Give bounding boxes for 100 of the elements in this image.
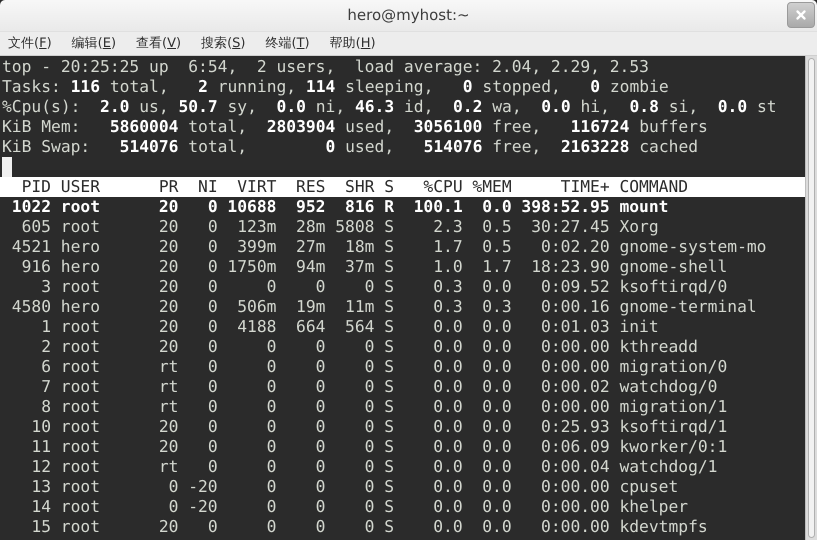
- table-cell-text: S: [383, 317, 394, 337]
- table-cell-text: 0: [314, 417, 326, 437]
- table-cell-text: root: [60, 197, 102, 217]
- table-cell-text: 0: [206, 237, 218, 257]
- table-cell-text: 0:00.16: [540, 297, 610, 317]
- table-cell-text: root: [60, 357, 102, 377]
- cursor-block: [2, 157, 12, 177]
- column-header: RES: [295, 177, 326, 197]
- table-cell-text: kdevtmpfs: [618, 517, 708, 537]
- table-cell-text: root: [60, 317, 102, 337]
- table-cell-text: 8: [40, 397, 51, 417]
- summary-line: %Cpu(s): 2.0 us, 50.7 sy, 0.0 ni, 46.3 id, 0.2 wa, 0.0 hi, 0.8 si, 0.0 st: [2, 97, 777, 117]
- table-cell-text: S: [383, 237, 394, 257]
- table-cell-text: 4188: [236, 317, 276, 337]
- table-cell-text: 0.0: [432, 497, 463, 517]
- table-cell-text: 15: [30, 517, 51, 537]
- table-cell-text: 100.1: [412, 197, 463, 217]
- close-button[interactable]: [787, 2, 815, 28]
- table-cell-text: khelper: [618, 497, 688, 517]
- table-cell-text: S: [383, 377, 394, 397]
- table-cell-text: 0: [206, 437, 218, 457]
- table-cell-text: 0: [206, 217, 218, 237]
- table-cell-text: 816: [344, 197, 374, 217]
- table-cell-text: R: [383, 197, 394, 217]
- table-cell-text: 20: [158, 517, 178, 537]
- table-cell-text: 0.0: [481, 497, 512, 517]
- table-cell-text: 0:00.02: [540, 377, 610, 397]
- table-cell-text: 0: [364, 377, 374, 397]
- table-cell-text: 0.0: [432, 437, 463, 457]
- table-cell-text: gnome-system-mo: [618, 237, 766, 257]
- table-cell-text: 20: [158, 217, 178, 237]
- table-cell-text: root: [60, 437, 102, 457]
- menu-item[interactable]: 终端(T): [266, 34, 310, 54]
- menu-item[interactable]: 文件(F): [8, 34, 52, 54]
- table-cell-text: 1750m: [226, 257, 276, 277]
- table-cell-text: 0.0: [481, 457, 512, 477]
- column-header: COMMAND: [618, 177, 688, 197]
- table-cell-text: 10688: [226, 197, 276, 217]
- summary-line: Tasks: 116 total, 2 running, 114 sleeping, 0 stopped, 0 zombie: [2, 77, 669, 97]
- table-cell-text: 7: [40, 377, 51, 397]
- table-cell-text: 11m: [344, 297, 374, 317]
- table-cell-text: 13: [30, 477, 51, 497]
- table-cell-text: 605: [20, 217, 51, 237]
- table-cell-text: 20: [158, 257, 178, 277]
- table-cell-text: 506m: [236, 297, 276, 317]
- table-cell-text: 20: [158, 237, 178, 257]
- table-cell-text: 0:06.09: [540, 437, 610, 457]
- table-cell-text: 0: [206, 337, 218, 357]
- table-cell-text: rt: [158, 397, 178, 417]
- table-cell-text: 94m: [295, 257, 326, 277]
- column-header: VIRT: [236, 177, 276, 197]
- table-cell-text: 0: [364, 457, 374, 477]
- table-cell-text: S: [383, 457, 394, 477]
- table-cell-text: 20: [158, 317, 178, 337]
- table-cell-text: 0.0: [481, 337, 512, 357]
- table-cell-text: 0: [266, 277, 276, 297]
- table-cell-text: 916: [20, 257, 51, 277]
- table-cell-text: hero: [60, 237, 102, 257]
- table-cell-text: S: [383, 497, 394, 517]
- table-cell-text: 18m: [344, 237, 374, 257]
- table-cell-text: 0.0: [481, 277, 512, 297]
- table-cell-text: 6: [40, 357, 51, 377]
- table-cell-text: S: [383, 217, 394, 237]
- table-cell-text: 37m: [344, 257, 374, 277]
- table-cell-text: 564: [344, 317, 374, 337]
- table-cell-text: 0: [364, 337, 374, 357]
- table-cell-text: gnome-shell: [618, 257, 728, 277]
- table-cell-text: 0: [364, 277, 374, 297]
- table-cell-text: 0: [266, 457, 276, 477]
- table-cell-text: 0: [266, 417, 276, 437]
- table-cell-text: 0.3: [481, 297, 512, 317]
- column-header: SHR: [344, 177, 374, 197]
- menu-item[interactable]: 查看(V): [136, 34, 182, 54]
- table-cell-text: S: [383, 337, 394, 357]
- table-cell-text: 28m: [295, 217, 326, 237]
- table-cell-text: 0: [314, 277, 326, 297]
- table-cell-text: kworker/0:1: [618, 437, 728, 457]
- table-cell-text: S: [383, 297, 394, 317]
- table-cell-text: 0: [266, 437, 276, 457]
- table-cell-text: S: [383, 477, 394, 497]
- table-cell-text: 0.0: [481, 377, 512, 397]
- summary-line: top - 20:25:25 up 6:54, 2 users, load average: 2.04, 2.29, 2.53: [2, 57, 649, 77]
- menu-item[interactable]: 搜索(S): [201, 34, 246, 54]
- table-cell-text: 1.7: [432, 237, 463, 257]
- table-cell-text: 0.3: [432, 297, 463, 317]
- table-cell-text: 1: [40, 317, 51, 337]
- table-cell-text: 0.0: [481, 197, 512, 217]
- menu-item[interactable]: 编辑(E): [72, 34, 116, 54]
- scrollbar-thumb[interactable]: [808, 58, 815, 538]
- table-cell-text: 0.0: [481, 437, 512, 457]
- menu-item[interactable]: 帮助(H): [330, 34, 376, 54]
- column-header: USER: [60, 177, 102, 197]
- table-cell-text: rt: [158, 377, 178, 397]
- table-cell-text: 123m: [236, 217, 276, 237]
- table-cell-text: 0: [206, 517, 218, 537]
- table-cell-text: 0:02.20: [540, 237, 610, 257]
- table-cell-text: 12: [30, 457, 51, 477]
- table-cell-text: 0.0: [432, 517, 463, 537]
- table-cell-text: 0: [168, 497, 178, 517]
- table-cell-text: 0.0: [481, 417, 512, 437]
